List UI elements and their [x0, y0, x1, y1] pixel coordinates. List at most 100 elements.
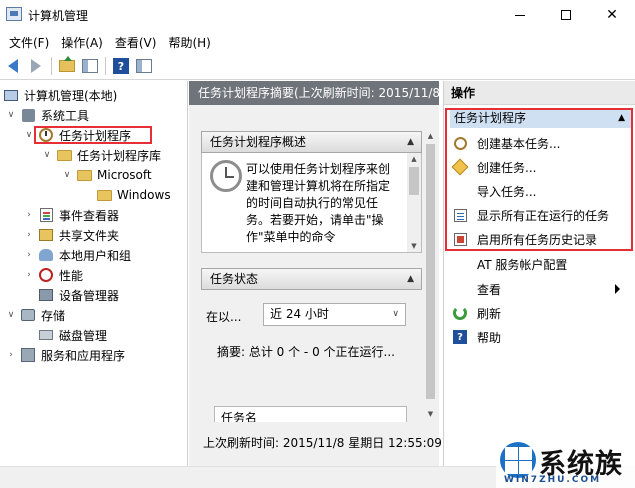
- console-tree: 计算机管理(本地) ∨ 系统工具 ∨ 任务计划程序 ∨ 任务计划程序库 ∨ Mi…: [0, 81, 188, 466]
- tree-item-label: 服务和应用程序: [41, 348, 126, 363]
- collapse-icon[interactable]: ▲: [407, 132, 414, 152]
- tree-item-services-applications[interactable]: › 服务和应用程序: [6, 345, 125, 365]
- close-icon: ✕: [606, 7, 618, 23]
- tree-item-storage[interactable]: ∨ 存储: [6, 305, 65, 325]
- status-period-label: 在以...: [206, 310, 242, 324]
- forward-button[interactable]: [26, 56, 46, 76]
- expand-toggle[interactable]: ∨: [62, 170, 72, 180]
- tree-horizontal-scrollbar[interactable]: [0, 466, 188, 488]
- scroll-thumb[interactable]: [409, 167, 419, 195]
- toolbar-separator: [105, 57, 106, 75]
- task-list-header: 任务名: [214, 406, 407, 422]
- action-label: 刷新: [477, 306, 502, 321]
- back-button[interactable]: [3, 56, 23, 76]
- task-status-section-header[interactable]: 任务状态 ▲: [201, 268, 422, 290]
- expand-toggle[interactable]: ›: [24, 210, 34, 220]
- device-manager-icon: [38, 287, 54, 303]
- scroll-down-icon[interactable]: ▼: [407, 240, 421, 252]
- show-hide-action-pane-button[interactable]: [134, 56, 154, 76]
- watermark-url: WIN7ZHU.COM: [504, 475, 602, 485]
- scroll-down-icon[interactable]: ▼: [422, 408, 439, 420]
- minimize-button[interactable]: [497, 0, 543, 30]
- forward-arrow-icon: [31, 59, 41, 73]
- expand-toggle[interactable]: ›: [24, 270, 34, 280]
- scroll-thumb[interactable]: [426, 144, 435, 399]
- action-label: AT 服务帐户配置: [477, 257, 568, 272]
- action-view[interactable]: 查看: [452, 279, 632, 299]
- expand-toggle[interactable]: ∨: [6, 310, 16, 320]
- expand-toggle[interactable]: ›: [24, 250, 34, 260]
- tree-item-microsoft[interactable]: ∨ Microsoft: [62, 165, 152, 185]
- folder-up-icon: [59, 56, 75, 72]
- expand-toggle[interactable]: ∨: [42, 150, 52, 160]
- tree-item-label: 共享文件夹: [59, 228, 120, 243]
- console-tree-icon: [82, 59, 98, 73]
- section-title: 任务计划程序概述: [210, 135, 307, 149]
- up-folder-button[interactable]: [57, 56, 77, 76]
- help-icon: ?: [452, 329, 468, 345]
- menu-file[interactable]: 文件(F): [4, 34, 54, 51]
- overview-scrollbar[interactable]: ▲ ▼: [407, 153, 421, 252]
- menu-action[interactable]: 操作(A): [56, 34, 108, 51]
- tree-item-local-users-groups[interactable]: › 本地用户和组: [24, 245, 131, 265]
- folder-icon: [56, 147, 72, 163]
- tree-item-label: 存储: [41, 308, 66, 323]
- scroll-up-icon[interactable]: ▲: [422, 130, 439, 142]
- section-title: 任务状态: [210, 272, 259, 286]
- dropdown-value: 近 24 小时: [270, 307, 329, 321]
- tree-item-windows[interactable]: Windows: [96, 185, 171, 205]
- window-title: 计算机管理: [28, 9, 89, 23]
- action-at-service-account[interactable]: AT 服务帐户配置: [452, 254, 632, 274]
- task-scheduler-clock-icon: [210, 160, 242, 192]
- tools-icon: [20, 107, 36, 123]
- scroll-up-icon[interactable]: ▲: [407, 153, 421, 165]
- last-refresh-time: 上次刷新时间: 2015/11/8 星期日 12:55:09: [203, 436, 442, 450]
- tree-item-task-scheduler-library[interactable]: ∨ 任务计划程序库: [42, 145, 161, 165]
- shared-folder-icon: [38, 227, 54, 243]
- highlight-box-actions: [445, 108, 633, 251]
- maximize-button[interactable]: [543, 0, 589, 30]
- tree-item-event-viewer[interactable]: › 事件查看器: [24, 205, 119, 225]
- result-pane-scrollbar[interactable]: ▲ ▼: [422, 130, 439, 420]
- action-label: 帮助: [477, 330, 502, 345]
- help-icon: ?: [113, 58, 129, 74]
- collapse-icon[interactable]: ▲: [407, 269, 414, 289]
- expand-toggle[interactable]: ›: [6, 350, 16, 360]
- tree-item-computer-management[interactable]: 计算机管理(本地): [3, 85, 117, 105]
- toolbar-separator: [51, 57, 52, 75]
- action-help[interactable]: ? 帮助: [452, 327, 632, 347]
- result-pane: 任务计划程序摘要(上次刷新时间: 2015/11/8 任务计划程序概述 ▲ 可以…: [189, 81, 442, 466]
- storage-icon: [20, 307, 36, 323]
- menu-bar: 文件(F) 操作(A) 查看(V) 帮助(H): [0, 31, 635, 53]
- action-pane: 操作 任务计划程序 ▲ 创建基本任务... 创建任务... 导入任务... 显示…: [443, 81, 635, 466]
- tree-item-label: 系统工具: [41, 108, 90, 123]
- tree-item-label: Microsoft: [97, 168, 152, 182]
- help-button[interactable]: ?: [111, 56, 131, 76]
- status-period-dropdown[interactable]: 近 24 小时 ∨: [263, 303, 406, 326]
- tree-item-device-manager[interactable]: 设备管理器: [38, 285, 119, 305]
- event-viewer-icon: [38, 207, 54, 223]
- performance-icon: [38, 267, 54, 283]
- tree-item-disk-management[interactable]: 磁盘管理: [38, 325, 107, 345]
- expand-toggle[interactable]: ›: [24, 230, 34, 240]
- overview-text: 可以使用任务计划程序来创建和管理计算机将在所指定的时间自动执行的常见任务。若要开…: [246, 162, 391, 244]
- show-hide-tree-button[interactable]: [80, 56, 100, 76]
- overview-section-body: 可以使用任务计划程序来创建和管理计算机将在所指定的时间自动执行的常见任务。若要开…: [201, 153, 422, 253]
- computer-icon: [3, 87, 19, 103]
- action-refresh[interactable]: 刷新: [452, 303, 632, 323]
- tree-item-label: 计算机管理(本地): [24, 88, 118, 103]
- tree-item-performance[interactable]: › 性能: [24, 265, 83, 285]
- action-label: 查看: [477, 282, 502, 297]
- tree-item-system-tools[interactable]: ∨ 系统工具: [6, 105, 89, 125]
- action-pane-icon: [136, 59, 152, 73]
- tree-item-label: 磁盘管理: [59, 328, 108, 343]
- overview-section-header[interactable]: 任务计划程序概述 ▲: [201, 131, 422, 153]
- tree-item-shared-folders[interactable]: › 共享文件夹: [24, 225, 119, 245]
- expand-toggle[interactable]: ∨: [24, 130, 34, 140]
- summary-header: 任务计划程序摘要(上次刷新时间: 2015/11/8: [189, 81, 439, 105]
- menu-view[interactable]: 查看(V): [110, 34, 162, 51]
- menu-help[interactable]: 帮助(H): [163, 34, 215, 51]
- close-button[interactable]: ✕: [589, 0, 635, 30]
- watermark: 系统族 WIN7ZHU.COM: [496, 438, 635, 488]
- expand-toggle[interactable]: ∨: [6, 110, 16, 120]
